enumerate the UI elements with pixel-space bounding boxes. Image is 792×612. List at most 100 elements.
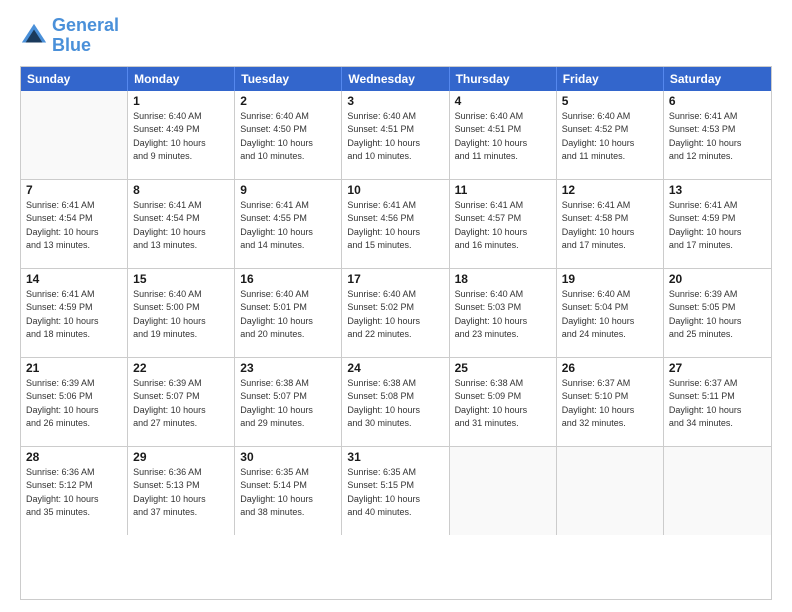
calendar-row: 14 Sunrise: 6:41 AMSunset: 4:59 PMDayligh… bbox=[21, 269, 771, 358]
calendar-header-cell: Wednesday bbox=[342, 67, 449, 91]
day-info: Sunrise: 6:41 AMSunset: 4:54 PMDaylight:… bbox=[26, 199, 122, 253]
day-info: Sunrise: 6:41 AMSunset: 4:59 PMDaylight:… bbox=[26, 288, 122, 342]
day-info: Sunrise: 6:38 AMSunset: 5:09 PMDaylight:… bbox=[455, 377, 551, 431]
day-info: Sunrise: 6:40 AMSunset: 4:51 PMDaylight:… bbox=[455, 110, 551, 164]
calendar-cell: 24Sunrise: 6:38 AMSunset: 5:08 PMDayligh… bbox=[342, 358, 449, 446]
calendar-cell: 6Sunrise: 6:41 AMSunset: 4:53 PMDaylight… bbox=[664, 91, 771, 179]
header: General Blue bbox=[20, 16, 772, 56]
calendar-cell bbox=[450, 447, 557, 535]
day-info: Sunrise: 6:35 AMSunset: 5:15 PMDaylight:… bbox=[347, 466, 443, 520]
calendar-cell: 28Sunrise: 6:36 AMSunset: 5:12 PMDayligh… bbox=[21, 447, 128, 535]
calendar-cell: 27 Sunrise: 6:37 AMSunset: 5:11 PMDayligh… bbox=[664, 358, 771, 446]
day-number: 24 bbox=[347, 361, 443, 375]
day-number: 4 bbox=[455, 94, 551, 108]
day-info: Sunrise: 6:39 AMSunset: 5:07 PMDaylight:… bbox=[133, 377, 229, 431]
day-number: 3 bbox=[347, 94, 443, 108]
calendar-cell: 22 Sunrise: 6:39 AMSunset: 5:07 PMDayligh… bbox=[128, 358, 235, 446]
calendar-header-cell: Monday bbox=[128, 67, 235, 91]
day-number: 10 bbox=[347, 183, 443, 197]
day-info: Sunrise: 6:39 AMSunset: 5:05 PMDaylight:… bbox=[669, 288, 766, 342]
calendar-cell: 20Sunrise: 6:39 AMSunset: 5:05 PMDayligh… bbox=[664, 269, 771, 357]
day-number: 17 bbox=[347, 272, 443, 286]
day-number: 26 bbox=[562, 361, 658, 375]
day-info: Sunrise: 6:40 AMSunset: 5:00 PMDaylight:… bbox=[133, 288, 229, 342]
day-info: Sunrise: 6:40 AMSunset: 4:50 PMDaylight:… bbox=[240, 110, 336, 164]
logo-text: General Blue bbox=[52, 16, 119, 56]
calendar-body: 1 Sunrise: 6:40 AMSunset: 4:49 PMDaylight… bbox=[21, 91, 771, 535]
day-number: 2 bbox=[240, 94, 336, 108]
calendar-header-cell: Thursday bbox=[450, 67, 557, 91]
calendar-cell: 18 Sunrise: 6:40 AMSunset: 5:03 PMDayligh… bbox=[450, 269, 557, 357]
day-number: 14 bbox=[26, 272, 122, 286]
calendar-row: 1 Sunrise: 6:40 AMSunset: 4:49 PMDaylight… bbox=[21, 91, 771, 180]
calendar-cell: 13Sunrise: 6:41 AMSunset: 4:59 PMDayligh… bbox=[664, 180, 771, 268]
calendar-cell: 5Sunrise: 6:40 AMSunset: 4:52 PMDaylight… bbox=[557, 91, 664, 179]
day-number: 16 bbox=[240, 272, 336, 286]
calendar-header-cell: Sunday bbox=[21, 67, 128, 91]
day-number: 5 bbox=[562, 94, 658, 108]
day-number: 23 bbox=[240, 361, 336, 375]
calendar-cell: 12 Sunrise: 6:41 AMSunset: 4:58 PMDayligh… bbox=[557, 180, 664, 268]
day-number: 9 bbox=[240, 183, 336, 197]
calendar-cell: 23 Sunrise: 6:38 AMSunset: 5:07 PMDayligh… bbox=[235, 358, 342, 446]
day-info: Sunrise: 6:38 AMSunset: 5:07 PMDaylight:… bbox=[240, 377, 336, 431]
calendar-row: 28Sunrise: 6:36 AMSunset: 5:12 PMDayligh… bbox=[21, 447, 771, 535]
calendar-cell: 4 Sunrise: 6:40 AMSunset: 4:51 PMDaylight… bbox=[450, 91, 557, 179]
calendar-cell: 9 Sunrise: 6:41 AMSunset: 4:55 PMDaylight… bbox=[235, 180, 342, 268]
calendar-cell: 19Sunrise: 6:40 AMSunset: 5:04 PMDayligh… bbox=[557, 269, 664, 357]
calendar-cell: 25 Sunrise: 6:38 AMSunset: 5:09 PMDayligh… bbox=[450, 358, 557, 446]
calendar: SundayMondayTuesdayWednesdayThursdayFrid… bbox=[20, 66, 772, 600]
day-info: Sunrise: 6:41 AMSunset: 4:54 PMDaylight:… bbox=[133, 199, 229, 253]
day-info: Sunrise: 6:40 AMSunset: 5:03 PMDaylight:… bbox=[455, 288, 551, 342]
calendar-cell: 14 Sunrise: 6:41 AMSunset: 4:59 PMDayligh… bbox=[21, 269, 128, 357]
calendar-cell: 30 Sunrise: 6:35 AMSunset: 5:14 PMDayligh… bbox=[235, 447, 342, 535]
day-info: Sunrise: 6:35 AMSunset: 5:14 PMDaylight:… bbox=[240, 466, 336, 520]
day-number: 25 bbox=[455, 361, 551, 375]
day-info: Sunrise: 6:36 AMSunset: 5:13 PMDaylight:… bbox=[133, 466, 229, 520]
day-info: Sunrise: 6:40 AMSunset: 5:02 PMDaylight:… bbox=[347, 288, 443, 342]
day-number: 12 bbox=[562, 183, 658, 197]
day-number: 18 bbox=[455, 272, 551, 286]
day-info: Sunrise: 6:37 AMSunset: 5:11 PMDaylight:… bbox=[669, 377, 766, 431]
calendar-cell: 31 Sunrise: 6:35 AMSunset: 5:15 PMDayligh… bbox=[342, 447, 449, 535]
calendar-cell: 1 Sunrise: 6:40 AMSunset: 4:49 PMDaylight… bbox=[128, 91, 235, 179]
day-info: Sunrise: 6:39 AMSunset: 5:06 PMDaylight:… bbox=[26, 377, 122, 431]
calendar-header: SundayMondayTuesdayWednesdayThursdayFrid… bbox=[21, 67, 771, 91]
calendar-cell: 15 Sunrise: 6:40 AMSunset: 5:00 PMDayligh… bbox=[128, 269, 235, 357]
calendar-cell: 21 Sunrise: 6:39 AMSunset: 5:06 PMDayligh… bbox=[21, 358, 128, 446]
day-number: 21 bbox=[26, 361, 122, 375]
day-info: Sunrise: 6:40 AMSunset: 5:01 PMDaylight:… bbox=[240, 288, 336, 342]
day-info: Sunrise: 6:41 AMSunset: 4:55 PMDaylight:… bbox=[240, 199, 336, 253]
calendar-cell: 3 Sunrise: 6:40 AMSunset: 4:51 PMDaylight… bbox=[342, 91, 449, 179]
day-info: Sunrise: 6:40 AMSunset: 4:51 PMDaylight:… bbox=[347, 110, 443, 164]
day-info: Sunrise: 6:40 AMSunset: 4:49 PMDaylight:… bbox=[133, 110, 229, 164]
calendar-cell: 11 Sunrise: 6:41 AMSunset: 4:57 PMDayligh… bbox=[450, 180, 557, 268]
logo: General Blue bbox=[20, 16, 119, 56]
calendar-row: 21 Sunrise: 6:39 AMSunset: 5:06 PMDayligh… bbox=[21, 358, 771, 447]
calendar-cell bbox=[557, 447, 664, 535]
day-number: 7 bbox=[26, 183, 122, 197]
day-number: 1 bbox=[133, 94, 229, 108]
calendar-cell bbox=[21, 91, 128, 179]
day-number: 15 bbox=[133, 272, 229, 286]
day-number: 27 bbox=[669, 361, 766, 375]
day-number: 30 bbox=[240, 450, 336, 464]
calendar-cell: 29 Sunrise: 6:36 AMSunset: 5:13 PMDayligh… bbox=[128, 447, 235, 535]
day-info: Sunrise: 6:41 AMSunset: 4:56 PMDaylight:… bbox=[347, 199, 443, 253]
calendar-cell bbox=[664, 447, 771, 535]
day-info: Sunrise: 6:41 AMSunset: 4:58 PMDaylight:… bbox=[562, 199, 658, 253]
calendar-cell: 26 Sunrise: 6:37 AMSunset: 5:10 PMDayligh… bbox=[557, 358, 664, 446]
day-number: 11 bbox=[455, 183, 551, 197]
day-number: 29 bbox=[133, 450, 229, 464]
day-info: Sunrise: 6:37 AMSunset: 5:10 PMDaylight:… bbox=[562, 377, 658, 431]
calendar-header-cell: Tuesday bbox=[235, 67, 342, 91]
calendar-header-cell: Friday bbox=[557, 67, 664, 91]
calendar-cell: 17 Sunrise: 6:40 AMSunset: 5:02 PMDayligh… bbox=[342, 269, 449, 357]
day-number: 31 bbox=[347, 450, 443, 464]
calendar-row: 7 Sunrise: 6:41 AMSunset: 4:54 PMDaylight… bbox=[21, 180, 771, 269]
day-number: 13 bbox=[669, 183, 766, 197]
day-info: Sunrise: 6:41 AMSunset: 4:57 PMDaylight:… bbox=[455, 199, 551, 253]
day-number: 22 bbox=[133, 361, 229, 375]
calendar-cell: 8Sunrise: 6:41 AMSunset: 4:54 PMDaylight… bbox=[128, 180, 235, 268]
day-number: 19 bbox=[562, 272, 658, 286]
